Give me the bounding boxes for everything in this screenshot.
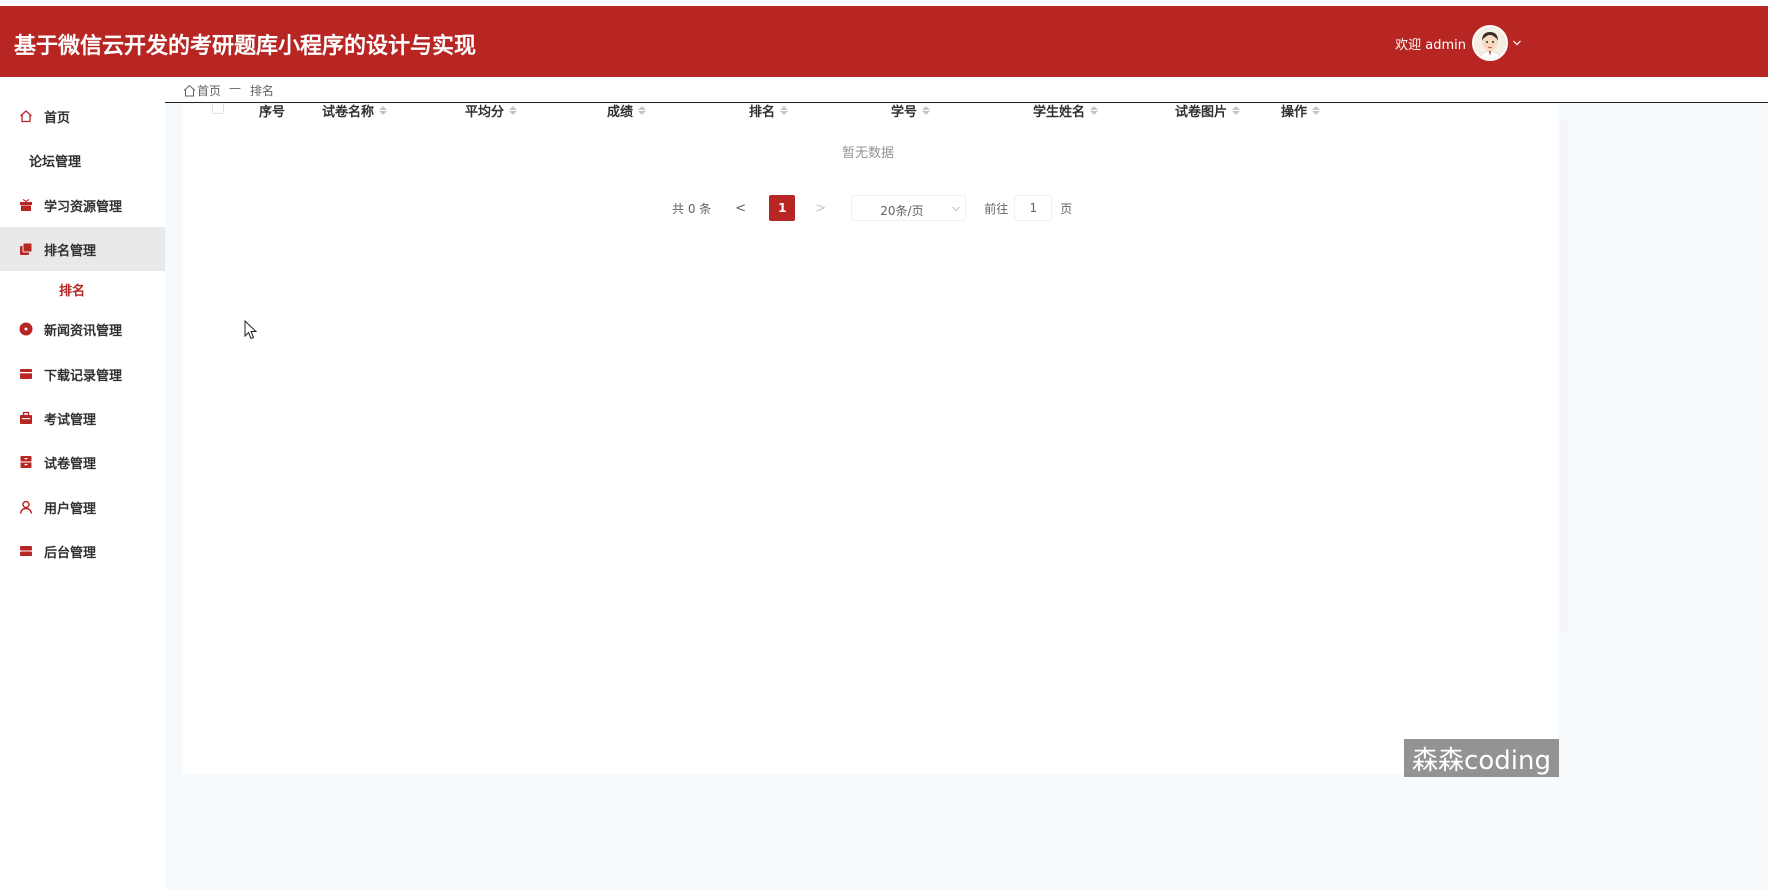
folders-icon xyxy=(18,241,34,257)
user-menu[interactable]: 欢迎 admin xyxy=(1395,25,1522,61)
page-size-value: 20条/页 xyxy=(880,204,924,218)
sort-icon[interactable] xyxy=(379,106,388,115)
wallet-icon xyxy=(18,366,34,382)
sidebar-item-label: 后台管理 xyxy=(44,545,97,561)
sort-icon[interactable] xyxy=(638,106,647,115)
breadcrumb-separator: — xyxy=(229,81,241,95)
sort-icon[interactable] xyxy=(1090,106,1099,115)
sidebar-item-label: 试卷管理 xyxy=(44,456,97,472)
sidebar-item-label: 下载记录管理 xyxy=(44,368,123,384)
sidebar-item-home[interactable]: 首页 xyxy=(0,94,165,138)
sort-icon[interactable] xyxy=(780,106,789,115)
sidebar-item-users[interactable]: 用户管理 xyxy=(0,485,165,529)
column-header[interactable]: 操作 xyxy=(1281,101,1321,120)
goto-label: 前往 xyxy=(984,201,1009,216)
sidebar-item-download-records[interactable]: 下载记录管理 xyxy=(0,352,165,396)
user-icon xyxy=(18,499,34,515)
pagination: 共 0 条 < 1 > 20条/页 前往 页 xyxy=(672,195,1072,221)
sidebar-item-label: 首页 xyxy=(44,110,71,126)
avatar[interactable] xyxy=(1472,25,1508,61)
top-header: 基于微信云开发的考研题库小程序的设计与实现 欢迎 admin xyxy=(0,6,1768,77)
scrollbar[interactable] xyxy=(1560,120,1568,632)
sidebar-item-admin[interactable]: 后台管理 xyxy=(0,529,165,573)
column-header[interactable]: 平均分 xyxy=(465,101,518,120)
sidebar-item-label: 论坛管理 xyxy=(29,154,82,170)
home-icon[interactable] xyxy=(183,84,196,97)
prev-page-button[interactable]: < xyxy=(735,201,746,216)
column-header[interactable]: 成绩 xyxy=(607,101,647,120)
gift-icon xyxy=(18,197,34,213)
column-header[interactable]: 试卷图片 xyxy=(1175,101,1241,120)
sort-icon[interactable] xyxy=(509,106,518,115)
column-header[interactable]: 学生姓名 xyxy=(1033,101,1099,120)
sidebar-item-papers[interactable]: 试卷管理 xyxy=(0,440,165,484)
page-size-select[interactable]: 20条/页 xyxy=(851,195,967,221)
chevron-down-icon[interactable] xyxy=(1512,38,1522,48)
sidebar-item-label: 用户管理 xyxy=(44,501,97,517)
sidebar-item-exams[interactable]: 考试管理 xyxy=(0,396,165,440)
sidebar-item-label: 学习资源管理 xyxy=(44,199,123,215)
column-header[interactable]: 排名 xyxy=(749,101,789,120)
breadcrumb: 首页 — 排名 xyxy=(165,77,1768,103)
sidebar-item-learning-resources[interactable]: 学习资源管理 xyxy=(0,183,165,227)
page-unit-label: 页 xyxy=(1060,201,1073,216)
page-number-button[interactable]: 1 xyxy=(769,195,796,221)
column-header[interactable]: 学号 xyxy=(891,101,931,120)
welcome-text: 欢迎 admin xyxy=(1395,37,1466,53)
cabinet-icon xyxy=(18,454,34,470)
sidebar-subitem-ranking[interactable]: 排名 xyxy=(0,271,165,307)
sidebar: 首页 论坛管理 学习资源管理 排名管理 排名 新闻资讯管理 下载记录管理 考试管… xyxy=(0,77,165,890)
briefcase-icon xyxy=(18,410,34,426)
breadcrumb-current: 排名 xyxy=(250,84,275,98)
column-header: 序号 xyxy=(259,105,286,120)
sort-icon[interactable] xyxy=(1312,106,1321,115)
storage-icon xyxy=(18,543,34,559)
sidebar-item-ranking[interactable]: 排名管理 xyxy=(0,227,165,271)
app-window: 基于微信云开发的考研题库小程序的设计与实现 欢迎 admin 首页 论坛管理 学… xyxy=(0,0,1768,890)
home-icon xyxy=(18,108,34,124)
sidebar-item-label: 新闻资讯管理 xyxy=(44,323,123,339)
sidebar-subitem-label: 排名 xyxy=(59,283,86,299)
table-header: 序号 试卷名称 平均分 成绩 排名 学号 学生姓名 试卷图片 操作 xyxy=(183,101,1558,120)
mouse-cursor-icon xyxy=(244,320,258,340)
empty-state-text: 暂无数据 xyxy=(841,146,894,161)
content-panel: 序号 试卷名称 平均分 成绩 排名 学号 学生姓名 试卷图片 操作 暂无数据 共… xyxy=(183,104,1558,774)
goto-page-input[interactable] xyxy=(1014,195,1053,221)
breadcrumb-home[interactable]: 首页 xyxy=(197,82,221,99)
select-all-checkbox[interactable] xyxy=(212,104,224,114)
chevron-down-icon xyxy=(952,206,961,212)
sidebar-item-forum[interactable]: 论坛管理 xyxy=(0,138,165,182)
sidebar-item-label: 考试管理 xyxy=(44,412,97,428)
next-page-button[interactable]: > xyxy=(815,201,826,216)
pagination-total: 共 0 条 xyxy=(672,201,712,216)
sidebar-item-news[interactable]: 新闻资讯管理 xyxy=(0,307,165,351)
column-header[interactable]: 试卷名称 xyxy=(322,101,388,120)
sidebar-item-label: 排名管理 xyxy=(44,243,97,259)
watermark: 森森coding xyxy=(1404,739,1559,777)
sort-icon[interactable] xyxy=(1232,106,1241,115)
sort-icon[interactable] xyxy=(922,106,931,115)
app-title: 基于微信云开发的考研题库小程序的设计与实现 xyxy=(14,34,477,59)
record-icon xyxy=(18,321,34,337)
